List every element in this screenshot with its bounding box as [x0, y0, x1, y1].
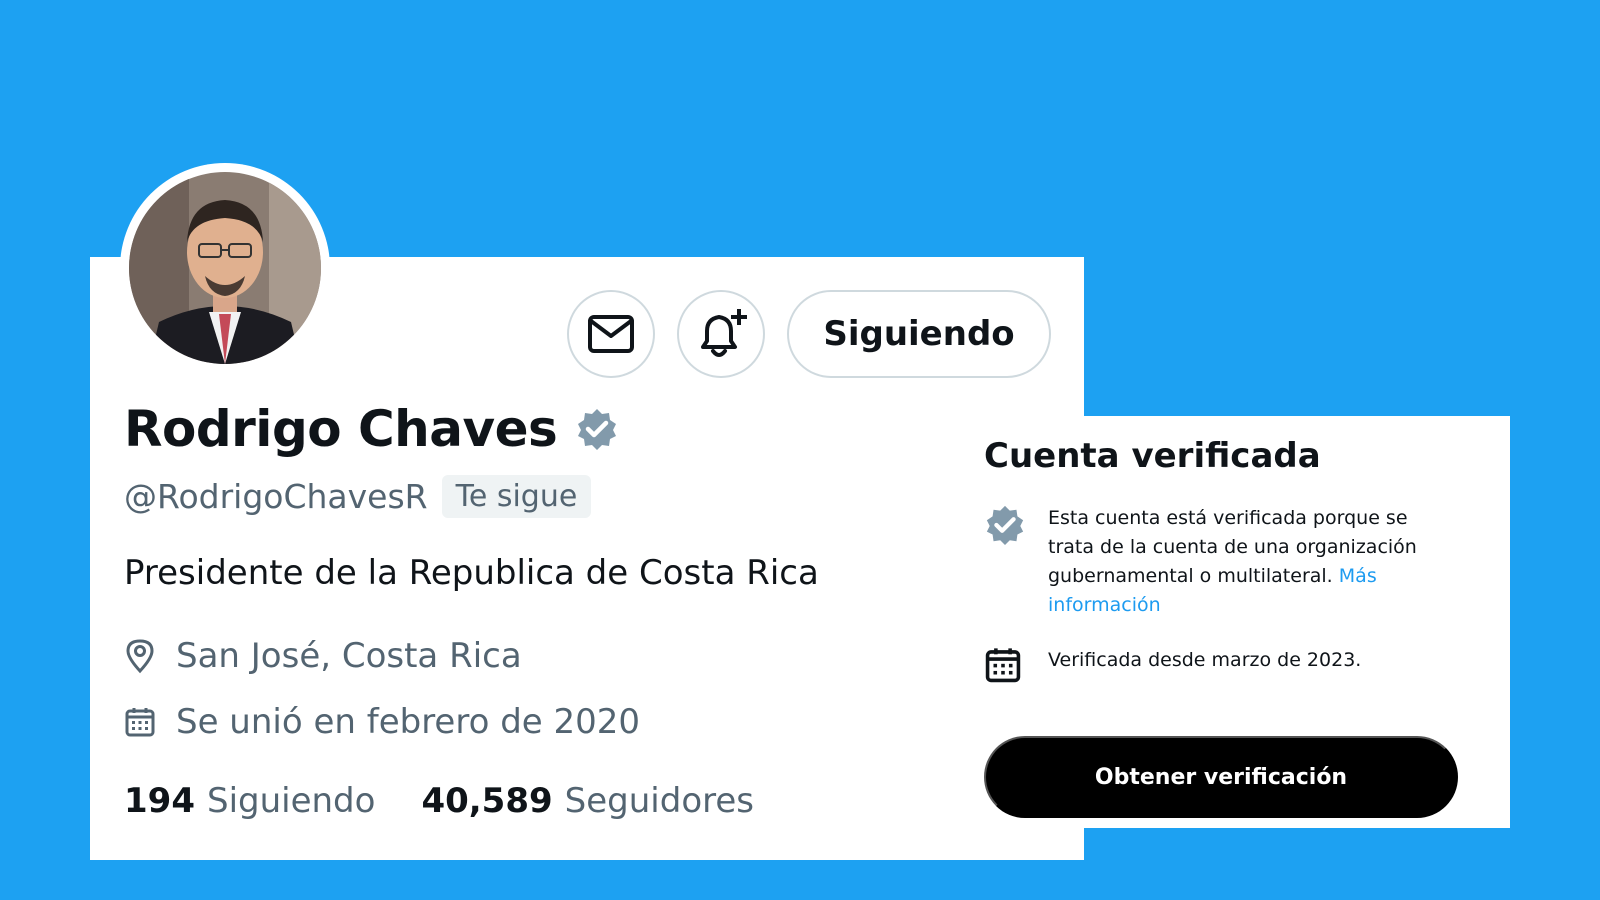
followers-count-link[interactable]: 40,589 Seguidores	[421, 781, 754, 821]
verified-badge-icon[interactable]	[575, 407, 619, 456]
location-text: San José, Costa Rica	[176, 636, 522, 676]
verification-reason-row: Esta cuenta está verificada porque se tr…	[984, 504, 1433, 620]
follows-you-badge: Te sigue	[441, 475, 592, 518]
message-button[interactable]	[567, 290, 655, 378]
avatar-ring	[120, 163, 330, 373]
joined-row: Se unió en febrero de 2020	[124, 702, 640, 742]
following-button[interactable]: Siguiendo	[787, 290, 1051, 378]
verified-since-row: Verificada desde marzo de 2023.	[984, 646, 1433, 689]
profile-bio: Presidente de la Republica de Costa Rica	[124, 553, 819, 593]
follow-stats: 194 Siguiendo 40,589 Seguidores	[124, 781, 800, 821]
notifications-button[interactable]	[677, 290, 765, 378]
avatar[interactable]	[129, 172, 321, 364]
display-name: Rodrigo Chaves	[124, 400, 558, 458]
handle-row: @RodrigoChavesR Te sigue	[124, 475, 592, 518]
location-row: San José, Costa Rica	[124, 636, 522, 676]
following-count-link[interactable]: 194 Siguiendo	[124, 781, 375, 821]
bell-plus-icon	[701, 309, 747, 357]
calendar-icon	[124, 706, 164, 738]
verification-panel: Cuenta verificada Esta cuenta está verif…	[952, 416, 1510, 828]
following-label: Siguiendo	[206, 781, 376, 821]
location-pin-icon	[124, 638, 164, 674]
followers-count: 40,589	[421, 781, 553, 821]
verified-since-text: Verificada desde marzo de 2023.	[1048, 649, 1362, 671]
joined-date-text: Se unió en febrero de 2020	[176, 702, 641, 742]
user-handle: @RodrigoChavesR	[124, 477, 428, 516]
get-verified-button[interactable]: Obtener verificación	[984, 736, 1458, 818]
avatar-photo	[129, 172, 321, 364]
followers-label: Seguidores	[564, 781, 754, 821]
envelope-icon	[588, 315, 634, 353]
name-row: Rodrigo Chaves	[124, 400, 619, 458]
following-count: 194	[124, 781, 195, 821]
verified-badge-icon	[984, 504, 1030, 620]
calendar-icon	[984, 646, 1030, 689]
verification-description: Esta cuenta está verificada porque se tr…	[1048, 504, 1433, 620]
verification-title: Cuenta verificada	[984, 436, 1321, 476]
